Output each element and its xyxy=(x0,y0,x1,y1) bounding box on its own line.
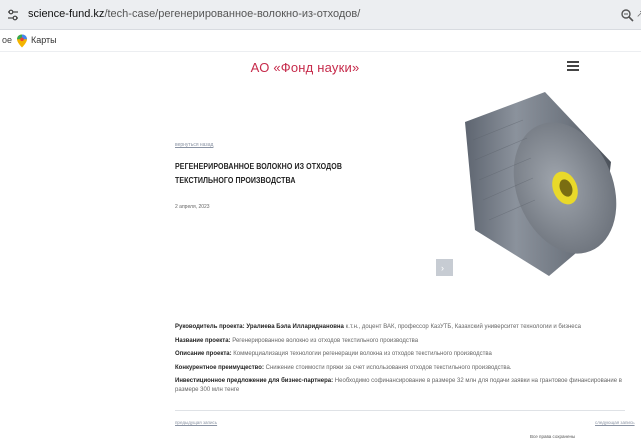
yarn-bobbin-image xyxy=(453,80,621,280)
article-title: Регенерированное волокно из отходов текс… xyxy=(175,162,343,185)
toolbar-edge-fragment: ↗ xyxy=(636,9,641,20)
detail-value: Коммерциализация технологии регенерации … xyxy=(231,351,492,357)
previous-post-link[interactable]: предыдущая запись xyxy=(175,420,217,425)
url-path: /tech-case/регенерированное-волокно-из-о… xyxy=(104,8,361,20)
detail-label: Инвестиционное предложение для бизнес-па… xyxy=(175,378,334,384)
map-pin-icon xyxy=(17,34,27,48)
article-date: 2 апреля, 2023 xyxy=(175,204,210,210)
detail-value: к.т.н., доцент ВАК, профессор КазУТБ, Ка… xyxy=(343,324,581,330)
detail-project-name: Название проекта: Регенерированное волок… xyxy=(175,337,625,346)
detail-label: Конкурентное преимущество: xyxy=(175,364,264,371)
bookmark-fragment[interactable]: ое xyxy=(2,35,12,45)
bookmark-maps[interactable]: Карты xyxy=(31,35,57,45)
detail-project-lead: Руководитель проекта: Уралиева Бэла Илла… xyxy=(175,323,625,332)
detail-label: Описание проекта: xyxy=(175,351,232,357)
footer-divider xyxy=(175,410,625,411)
back-link[interactable]: вернуться назад xyxy=(175,142,213,148)
image-next-button[interactable]: › xyxy=(436,259,453,276)
site-settings-icon[interactable] xyxy=(6,8,20,22)
detail-value: Регенерированное волокно из отходов текс… xyxy=(230,337,419,344)
site-title[interactable]: АО «Фонд науки» xyxy=(220,60,390,75)
address-bar[interactable]: science-fund.kz/tech-case/регенерированн… xyxy=(0,0,641,30)
detail-label: Руководитель проекта: xyxy=(175,324,245,330)
hamburger-menu-icon[interactable] xyxy=(567,61,579,71)
project-details: Руководитель проекта: Уралиева Бэла Илла… xyxy=(175,323,625,400)
zoom-icon[interactable] xyxy=(620,8,634,22)
detail-competitive-advantage: Конкурентное преимущество: Снижение стои… xyxy=(175,364,625,373)
detail-investment-offer: Инвестиционное предложение для бизнес-па… xyxy=(175,377,625,395)
detail-value: Снижение стоимости пряжи за счет использ… xyxy=(263,364,512,371)
detail-project-description: Описание проекта: Коммерциализация техно… xyxy=(175,350,625,359)
bookmarks-bar: ое Карты xyxy=(0,30,641,52)
chevron-right-icon: › xyxy=(441,263,444,273)
url-host: science-fund.kz xyxy=(28,8,105,20)
next-post-link[interactable]: следующая запись xyxy=(595,420,635,425)
detail-label: Название проекта: xyxy=(175,337,231,344)
url-text[interactable]: science-fund.kz/tech-case/регенерированн… xyxy=(28,8,360,20)
detail-strong-value: Уралиева Бэла Иллариднановна xyxy=(246,324,344,330)
copyright-note: Все права сохранены xyxy=(530,434,576,439)
